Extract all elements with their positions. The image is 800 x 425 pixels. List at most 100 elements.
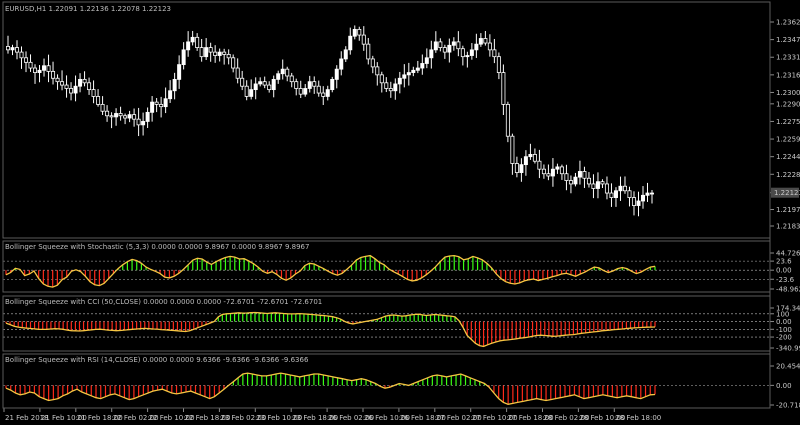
candle-body xyxy=(348,35,353,51)
candle-body xyxy=(222,51,227,55)
candle xyxy=(510,133,515,175)
candle-body xyxy=(537,160,542,170)
candle xyxy=(51,61,56,85)
candle-body xyxy=(411,69,416,73)
candle-body xyxy=(244,85,249,97)
candle xyxy=(384,77,389,93)
candle xyxy=(627,186,632,207)
candle xyxy=(595,172,600,199)
panel-frames xyxy=(2,1,771,409)
price-panel[interactable]: EURUSD,H1 1.22091 1.22136 1.22078 1.2212… xyxy=(5,5,800,231)
candle-body xyxy=(226,53,231,59)
candle-body xyxy=(330,78,335,91)
candle xyxy=(289,72,294,88)
candle xyxy=(226,49,231,65)
candle xyxy=(366,37,371,65)
price-tick-label: 1.22750 xyxy=(776,118,800,126)
candle-body xyxy=(285,68,290,77)
scale-label: -20.7183 xyxy=(776,402,800,410)
signal-line xyxy=(5,311,656,348)
price-tick-label: 1.22595 xyxy=(776,136,800,144)
candle-body xyxy=(190,36,195,43)
candle xyxy=(96,89,101,107)
candle xyxy=(523,150,528,176)
candle xyxy=(312,76,317,94)
candle-body xyxy=(73,85,78,94)
candle-body xyxy=(541,168,546,175)
rsi-indicator-panel[interactable]: Bollinger Squeeze with RSI (14,CLOSE) 0.… xyxy=(3,356,800,410)
candle xyxy=(546,164,551,181)
candle-body xyxy=(6,46,11,51)
cci-indicator-panel[interactable]: Bollinger Squeeze with CCI (50,CLOSE) 0.… xyxy=(3,298,800,353)
candle-body xyxy=(78,78,83,87)
candle xyxy=(501,64,506,116)
candle-body xyxy=(195,36,200,48)
candle xyxy=(222,48,227,65)
candle-body xyxy=(546,173,551,177)
price-tick-label: 1.21975 xyxy=(776,206,800,214)
stochastic-indicator-panel[interactable]: Bollinger Squeeze with Stochastic (5,3,3… xyxy=(3,243,800,294)
candle-body xyxy=(577,171,582,178)
trading-chart[interactable]: EURUSD,H1 1.22091 1.22136 1.22078 1.2212… xyxy=(0,0,800,425)
candle xyxy=(640,186,645,209)
candle xyxy=(213,45,218,63)
candle-body xyxy=(586,177,591,185)
candle xyxy=(280,59,285,80)
candle-body xyxy=(420,63,425,69)
candle-body xyxy=(24,57,29,63)
candle-body xyxy=(429,49,434,59)
candle xyxy=(37,65,42,83)
candle xyxy=(172,72,177,100)
candle xyxy=(469,43,474,60)
scale-label: 44.7267 xyxy=(776,250,800,258)
indicator-title: Bollinger Squeeze with CCI (50,CLOSE) 0.… xyxy=(5,298,322,306)
candle-body xyxy=(321,92,326,97)
candle xyxy=(136,107,141,137)
candle xyxy=(132,108,137,127)
candle xyxy=(600,179,605,189)
candle xyxy=(177,55,182,89)
candle xyxy=(609,183,614,207)
candle-body xyxy=(469,49,474,56)
candle xyxy=(559,164,564,180)
scale-label: -48.9625 xyxy=(776,286,800,294)
candle-body xyxy=(492,49,497,58)
candle-body xyxy=(177,64,182,80)
candle-body xyxy=(532,154,537,162)
candle-body xyxy=(280,68,285,75)
scale-label: -340.9951 xyxy=(776,345,800,353)
candle-body xyxy=(478,38,483,45)
candle xyxy=(397,71,402,94)
candle-body xyxy=(15,47,20,53)
candle xyxy=(91,80,96,104)
candle xyxy=(555,163,560,174)
candle xyxy=(325,85,330,101)
candle xyxy=(577,160,582,185)
candle xyxy=(451,37,456,51)
candle xyxy=(276,70,281,84)
candle xyxy=(465,51,470,68)
candle-body xyxy=(294,81,299,89)
candle xyxy=(6,35,11,54)
candle-body xyxy=(361,34,366,45)
candle-body xyxy=(271,78,276,91)
candle-body xyxy=(631,197,636,206)
candle-body xyxy=(163,98,168,108)
candle-body xyxy=(181,49,186,66)
candle xyxy=(24,51,29,73)
candle-body xyxy=(568,180,573,185)
indicator-title: Bollinger Squeeze with Stochastic (5,3,3… xyxy=(5,243,309,251)
candle xyxy=(514,156,519,178)
candle-body xyxy=(208,47,213,53)
candle-body xyxy=(600,181,605,185)
candle-body xyxy=(199,47,204,58)
candle-body xyxy=(105,110,110,117)
candle-body xyxy=(393,83,398,92)
price-tick-label: 1.22285 xyxy=(776,171,800,179)
candle-body xyxy=(474,43,479,51)
candle xyxy=(541,164,546,179)
candle-body xyxy=(46,65,51,72)
candle-body xyxy=(501,72,506,105)
candle xyxy=(303,84,308,97)
candle-body xyxy=(604,183,609,194)
